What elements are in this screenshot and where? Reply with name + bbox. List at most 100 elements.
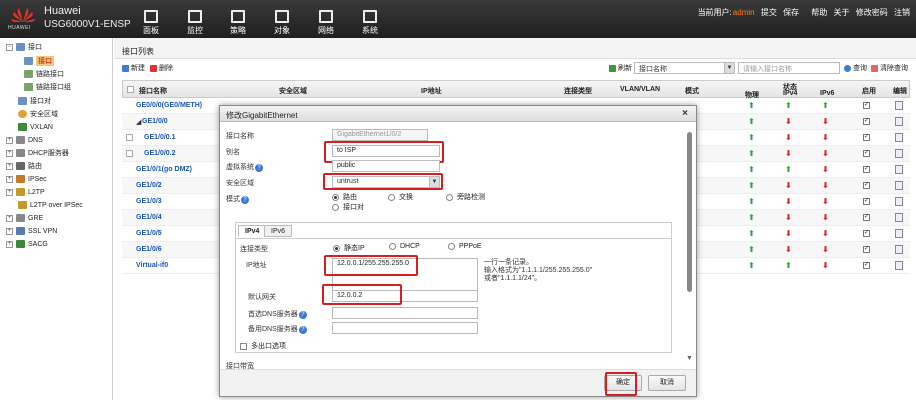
close-icon[interactable]: × xyxy=(682,108,688,119)
change-password-link[interactable]: 修改密码 xyxy=(856,8,888,17)
delete-button[interactable]: 删除 xyxy=(150,63,173,73)
save-link[interactable]: 保存 xyxy=(783,8,799,17)
select-all-checkbox[interactable] xyxy=(127,86,134,93)
tab-ipv4[interactable]: IPv4 xyxy=(238,225,267,237)
enable-checkbox[interactable]: ✓ xyxy=(863,198,870,205)
vsys-field[interactable]: public xyxy=(332,160,440,172)
sidebar-item-l2tp[interactable]: + L2TP xyxy=(6,186,45,198)
current-user[interactable]: admin xyxy=(733,8,755,17)
interface-name-link[interactable]: GE1/0/5 xyxy=(136,230,162,237)
dialog-scrollbar[interactable] xyxy=(687,132,692,292)
mode-bypass-radio[interactable]: 旁路检测 xyxy=(446,192,485,202)
sidebar-item-dns[interactable]: + DNS xyxy=(6,134,43,146)
tab-ipv6[interactable]: IPv6 xyxy=(264,225,293,237)
logout-link[interactable]: 注销 xyxy=(894,8,910,17)
refresh-button[interactable]: 刷新 xyxy=(609,63,632,73)
enable-checkbox[interactable]: ✓ xyxy=(863,118,870,125)
enable-checkbox[interactable]: ✓ xyxy=(863,102,870,109)
expand-toggle[interactable]: + xyxy=(6,188,13,196)
help-icon[interactable]: ? xyxy=(298,326,307,334)
interface-name-link[interactable]: Virtual-if0 xyxy=(136,262,168,269)
sidebar-item-route[interactable]: + 路由 xyxy=(6,160,42,172)
scroll-down-icon[interactable]: ▼ xyxy=(686,355,693,362)
enable-checkbox[interactable]: ✓ xyxy=(863,262,870,269)
sidebar-item-ipsec[interactable]: + IPSec xyxy=(6,173,47,185)
interface-name-link[interactable]: GE1/0/2 xyxy=(136,182,162,189)
sidebar-item-vxlan[interactable]: VXLAN xyxy=(18,121,53,133)
enable-checkbox[interactable]: ✓ xyxy=(863,134,870,141)
enable-checkbox[interactable]: ✓ xyxy=(863,214,870,221)
expand-toggle[interactable]: + xyxy=(6,214,13,222)
interface-name-link[interactable]: GE1/0/0 xyxy=(142,118,168,125)
sidebar-item-security-zone[interactable]: 安全区域 xyxy=(18,108,58,120)
dns2-field[interactable] xyxy=(332,322,478,334)
sidebar-item-interface-group[interactable]: − 接口 xyxy=(6,41,42,53)
expand-toggle[interactable]: + xyxy=(6,240,13,248)
interface-name-link[interactable]: GE1/0/4 xyxy=(136,214,162,221)
about-link[interactable]: 关于 xyxy=(834,8,850,17)
enable-checkbox[interactable]: ✓ xyxy=(863,150,870,157)
expand-toggle[interactable]: + xyxy=(6,149,13,157)
enable-checkbox[interactable]: ✓ xyxy=(863,166,870,173)
enable-checkbox[interactable]: ✓ xyxy=(863,246,870,253)
sidebar-item-link-interface[interactable]: 链路接口 xyxy=(24,68,64,80)
multi-exit-checkbox[interactable]: 多出口选项 xyxy=(240,341,286,351)
nav-monitor[interactable]: 监控 xyxy=(175,0,215,38)
sidebar-item-link-interface-group[interactable]: 链路接口组 xyxy=(24,81,71,93)
nav-policy[interactable]: 策略 xyxy=(218,0,258,38)
expand-toggle[interactable]: + xyxy=(6,162,13,170)
submit-link[interactable]: 提交 xyxy=(761,8,777,17)
col-zone[interactable]: 安全区域 xyxy=(279,86,307,96)
expand-toggle[interactable]: + xyxy=(6,175,13,183)
new-button[interactable]: 新建 xyxy=(122,63,145,73)
nav-object[interactable]: 对象 xyxy=(262,0,302,38)
enable-checkbox[interactable]: ✓ xyxy=(863,230,870,237)
dns1-field[interactable] xyxy=(332,307,478,319)
edit-icon[interactable] xyxy=(895,245,903,254)
mode-pair-radio[interactable]: 接口对 xyxy=(332,202,364,212)
col-conn-type[interactable]: 连接类型 xyxy=(564,86,592,96)
conn-dhcp-radio[interactable]: DHCP xyxy=(389,243,420,250)
help-icon[interactable]: ? xyxy=(241,196,249,204)
search-button[interactable]: 查询 xyxy=(844,63,867,73)
enable-checkbox[interactable]: ✓ xyxy=(863,182,870,189)
edit-icon[interactable] xyxy=(895,133,903,142)
edit-icon[interactable] xyxy=(895,149,903,158)
sidebar-item-interface-pair[interactable]: 接口对 xyxy=(18,95,51,107)
interface-name-link[interactable]: GE1/0/3 xyxy=(136,198,162,205)
collapse-toggle[interactable]: − xyxy=(6,43,13,51)
edit-icon[interactable] xyxy=(895,229,903,238)
help-icon[interactable]: ? xyxy=(255,164,263,172)
nav-system[interactable]: 系统 xyxy=(350,0,390,38)
interface-name-link[interactable]: GE0/0/0(GE0/METH) xyxy=(136,102,202,109)
mode-route-radio[interactable]: 路由 xyxy=(332,192,357,202)
edit-icon[interactable] xyxy=(895,165,903,174)
help-icon[interactable]: ? xyxy=(298,311,307,319)
edit-icon[interactable] xyxy=(895,181,903,190)
edit-icon[interactable] xyxy=(895,197,903,206)
edit-icon[interactable] xyxy=(895,117,903,126)
col-name[interactable]: 接口名称 xyxy=(139,86,167,96)
interface-name-link[interactable]: GE1/0/0.2 xyxy=(144,150,176,157)
interface-name-link[interactable]: GE1/0/0.1 xyxy=(144,134,176,141)
search-input[interactable]: 请输入接口名称 xyxy=(738,62,840,74)
sidebar-item-sacg[interactable]: + SACG xyxy=(6,238,48,250)
sidebar-item-sslvpn[interactable]: + SSL VPN xyxy=(6,225,57,237)
interface-name-link[interactable]: GE1/0/6 xyxy=(136,246,162,253)
mode-switch-radio[interactable]: 交换 xyxy=(388,192,413,202)
expand-toggle[interactable]: + xyxy=(6,227,13,235)
edit-icon[interactable] xyxy=(895,101,903,110)
help-link[interactable]: 帮助 xyxy=(811,8,827,17)
filter-select[interactable]: 接口名称 ▼ xyxy=(634,62,735,74)
expand-toggle[interactable]: + xyxy=(6,136,13,144)
conn-pppoe-radio[interactable]: PPPoE xyxy=(448,243,482,250)
clear-search-button[interactable]: 清除查询 xyxy=(871,63,908,73)
edit-icon[interactable] xyxy=(895,213,903,222)
expand-toggle[interactable]: ◢ xyxy=(136,118,141,126)
nav-dashboard[interactable]: 面板 xyxy=(131,0,171,38)
nav-network[interactable]: 网络 xyxy=(306,0,346,38)
sidebar-item-interface[interactable]: 接口 xyxy=(24,55,54,67)
conn-static-radio[interactable]: 静态IP xyxy=(333,243,365,253)
row-checkbox[interactable] xyxy=(126,150,133,157)
col-vlan[interactable]: VLAN/VLAN xyxy=(620,86,660,93)
